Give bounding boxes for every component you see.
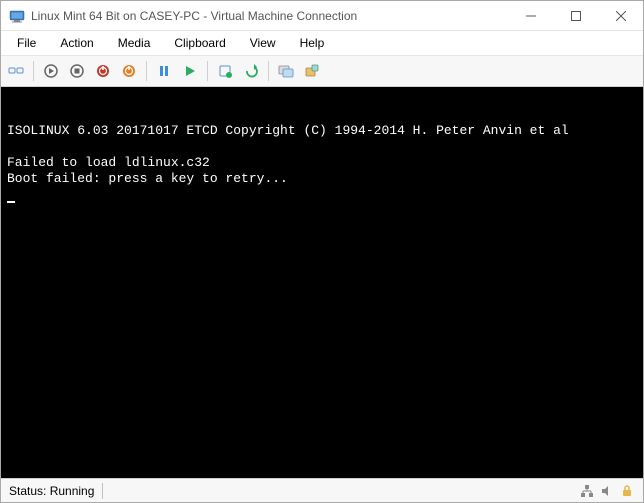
stop-button[interactable] [66, 60, 88, 82]
menu-view[interactable]: View [240, 34, 286, 52]
menu-action[interactable]: Action [50, 34, 103, 52]
enhanced-session-button[interactable] [275, 60, 297, 82]
menu-media[interactable]: Media [108, 34, 161, 52]
menu-clipboard[interactable]: Clipboard [164, 34, 235, 52]
console-cursor [7, 189, 15, 203]
share-button[interactable] [301, 60, 323, 82]
ctrl-alt-del-button[interactable] [5, 60, 27, 82]
window-titlebar: Linux Mint 64 Bit on CASEY-PC - Virtual … [1, 1, 643, 31]
menu-help[interactable]: Help [290, 34, 335, 52]
save-button[interactable] [118, 60, 140, 82]
vm-console[interactable]: ISOLINUX 6.03 20171017 ETCD Copyright (C… [1, 87, 643, 478]
toolbar-separator [268, 61, 269, 81]
menu-file[interactable]: File [7, 34, 46, 52]
status-text: Status: Running [9, 484, 94, 498]
close-button[interactable] [598, 1, 643, 30]
toolbar-separator [33, 61, 34, 81]
toolbar [1, 55, 643, 87]
checkpoint-button[interactable] [214, 60, 236, 82]
reset-button[interactable] [179, 60, 201, 82]
toolbar-separator [146, 61, 147, 81]
pause-button[interactable] [153, 60, 175, 82]
minimize-button[interactable] [508, 1, 553, 30]
revert-button[interactable] [240, 60, 262, 82]
window-title: Linux Mint 64 Bit on CASEY-PC - Virtual … [31, 9, 508, 23]
console-line: Boot failed: press a key to retry... [7, 171, 288, 186]
window-controls [508, 1, 643, 30]
app-icon [9, 8, 25, 24]
menubar: File Action Media Clipboard View Help [1, 31, 643, 55]
maximize-button[interactable] [553, 1, 598, 30]
toolbar-separator [207, 61, 208, 81]
statusbar-separator [102, 483, 103, 499]
console-line: ISOLINUX 6.03 20171017 ETCD Copyright (C… [7, 123, 569, 138]
network-icon [579, 483, 595, 499]
start-button[interactable] [40, 60, 62, 82]
statusbar: Status: Running [1, 478, 643, 502]
console-line: Failed to load ldlinux.c32 [7, 155, 210, 170]
shutdown-button[interactable] [92, 60, 114, 82]
speaker-icon [599, 483, 615, 499]
lock-icon [619, 483, 635, 499]
